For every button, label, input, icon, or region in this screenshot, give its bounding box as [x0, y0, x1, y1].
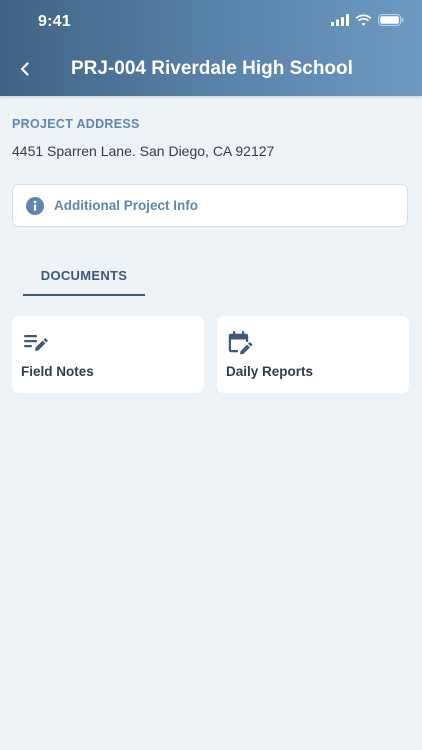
tab-documents-label: DOCUMENTS: [40, 268, 128, 283]
daily-reports-card[interactable]: Daily Reports: [217, 316, 409, 393]
field-notes-label: Field Notes: [21, 364, 94, 379]
wifi-icon: [355, 14, 372, 26]
additional-project-info-label: Additional Project Info: [54, 198, 198, 213]
signal-icon: [331, 14, 349, 26]
info-icon: [26, 196, 44, 215]
status-icons: [331, 14, 404, 26]
page-title: PRJ-004 Riverdale High School: [71, 58, 353, 79]
additional-project-info-button[interactable]: Additional Project Info: [12, 184, 408, 227]
notes-edit-icon: [24, 335, 48, 351]
project-detail-screen: 9:41 PRJ-004 Riverdale High School PROJE…: [0, 0, 422, 750]
battery-icon: [378, 14, 404, 26]
project-address-value: 4451 Sparren Lane. San Diego, CA 92127: [12, 143, 275, 159]
calendar-edit-icon: [228, 331, 253, 355]
tab-documents[interactable]: DOCUMENTS: [23, 262, 145, 296]
app-header: 9:41 PRJ-004 Riverdale High School: [0, 0, 422, 96]
chevron-left-icon: [20, 62, 29, 76]
field-notes-card[interactable]: Field Notes: [12, 316, 204, 393]
project-address-label: PROJECT ADDRESS: [12, 117, 140, 131]
daily-reports-label: Daily Reports: [226, 364, 314, 379]
status-time: 9:41: [38, 13, 71, 30]
back-button[interactable]: [12, 56, 38, 82]
